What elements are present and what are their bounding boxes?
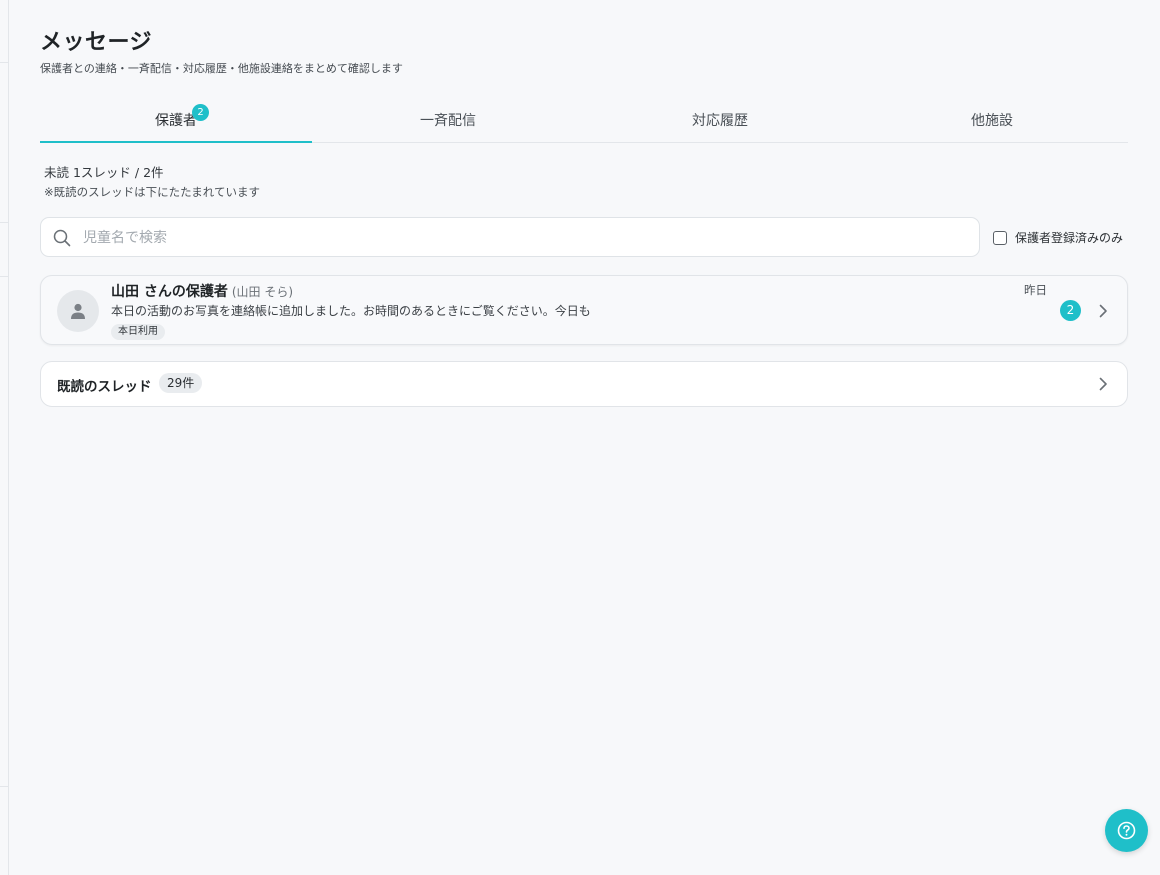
tab-other-facilities[interactable]: 他施設	[856, 100, 1128, 142]
tab-guardians[interactable]: 保護者 2	[40, 100, 312, 143]
read-threads-count: 29件	[159, 373, 203, 393]
guardian-name: 山田 さんの保護者	[111, 284, 228, 300]
avatar	[57, 290, 99, 332]
rail-divider	[0, 276, 8, 277]
child-name: (山田 そら)	[231, 285, 294, 299]
tab-label: 一斉配信	[420, 113, 476, 129]
thread-timestamp: 昨日	[1024, 283, 1047, 297]
read-threads-note: ※既読のスレッドは下にたたまれています	[44, 185, 260, 199]
message-tabs: 保護者 2 一斉配信 対応履歴 他施設	[40, 100, 1128, 143]
read-threads-label: 既読のスレッド	[57, 379, 152, 395]
tab-history[interactable]: 対応履歴	[584, 100, 856, 142]
thread-item[interactable]: 山田 さんの保護者 (山田 そら) 本日の活動のお写真を連絡帳に追加しました。お時…	[40, 275, 1128, 345]
message-preview: 本日の活動のお写真を連絡帳に追加しました。お時間のあるときにご覧ください。今日も	[111, 304, 591, 318]
rail-divider	[0, 222, 8, 223]
tab-broadcast[interactable]: 一斉配信	[312, 100, 584, 142]
tab-unread-badge: 2	[192, 104, 209, 121]
page-subtitle: 保護者との連絡・一斉配信・対応履歴・他施設連絡をまとめて確認します	[40, 62, 403, 75]
search-icon	[53, 229, 71, 247]
tab-label: 他施設	[971, 113, 1013, 129]
person-icon	[71, 303, 85, 319]
unread-summary: 未読 1スレッド / 2件	[44, 165, 164, 180]
page-title: メッセージ	[40, 30, 153, 55]
unread-count-badge: 2	[1060, 300, 1081, 321]
attendance-tag: 本日利用	[111, 324, 165, 340]
tab-label: 保護者	[155, 113, 197, 129]
left-rail	[0, 0, 9, 875]
chevron-right-icon	[1099, 377, 1107, 391]
read-threads-toggle[interactable]: 既読のスレッド 29件	[40, 361, 1128, 407]
search-input[interactable]	[81, 218, 965, 258]
filter-label: 保護者登録済みのみ	[1015, 231, 1124, 245]
rail-divider	[0, 62, 8, 63]
question-circle-icon	[1117, 821, 1136, 840]
thread-title: 山田 さんの保護者 (山田 そら)	[111, 281, 293, 301]
registered-only-checkbox[interactable]	[993, 230, 1007, 245]
chevron-right-icon	[1099, 304, 1107, 318]
help-button[interactable]	[1105, 809, 1148, 852]
registered-only-filter[interactable]: 保護者登録済みのみ	[993, 229, 1123, 246]
tab-label: 対応履歴	[692, 113, 748, 129]
rail-divider	[0, 786, 8, 787]
search-box	[40, 217, 980, 258]
